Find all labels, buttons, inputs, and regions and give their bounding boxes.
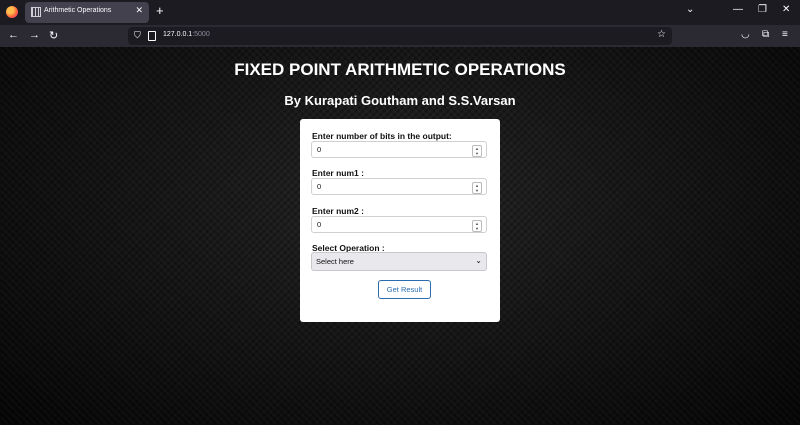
new-tab-icon[interactable]: + <box>156 3 164 18</box>
num1-label: Enter num1 : <box>312 168 364 178</box>
num2-label: Enter num2 : <box>312 206 364 216</box>
tab-bar: Arithmetic Operations ✕ + ⌄ — ❐ ✕ <box>0 0 800 25</box>
page-favicon-icon <box>31 7 41 17</box>
list-tabs-chevron-icon[interactable]: ⌄ <box>686 4 694 15</box>
app-menu-icon[interactable]: ≡ <box>782 29 788 40</box>
page-title: FIXED POINT ARITHMETIC OPERATIONS <box>234 60 566 79</box>
close-tab-icon[interactable]: ✕ <box>135 5 143 16</box>
operation-select[interactable]: Select here ⌄ <box>311 252 487 271</box>
forward-icon[interactable]: → <box>29 29 40 41</box>
get-result-button[interactable]: Get Result <box>378 280 431 299</box>
extensions-icon[interactable]: ⧉ <box>762 29 769 40</box>
tab-title: Arithmetic Operations <box>44 7 112 14</box>
page-subtitle: By Kurapati Goutham and S.S.Varsan <box>284 93 516 108</box>
bits-input[interactable]: 0 ▲ ▼ <box>311 141 487 158</box>
url-text[interactable]: 127.0.0.1:5000 <box>163 31 210 38</box>
reload-icon[interactable]: ↻ <box>49 29 58 42</box>
page-background: FIXED POINT ARITHMETIC OPERATIONS By Kur… <box>0 47 800 425</box>
num1-input[interactable]: 0 ▲ ▼ <box>311 178 487 195</box>
operation-form: Enter number of bits in the output: 0 ▲ ▼… <box>300 119 500 322</box>
url-bar[interactable]: ⛉ 127.0.0.1:5000 ☆ <box>128 27 672 45</box>
bits-spinner-icon[interactable]: ▲ ▼ <box>472 145 482 157</box>
firefox-icon[interactable] <box>6 6 18 18</box>
num2-input[interactable]: 0 ▲ ▼ <box>311 216 487 233</box>
tab-arithmetic-operations[interactable]: Arithmetic Operations ✕ <box>25 2 149 23</box>
page-info-icon[interactable] <box>148 31 156 41</box>
pocket-icon[interactable]: ◡ <box>741 29 750 40</box>
bits-value: 0 <box>317 145 322 154</box>
nav-bar: ← → ↻ ⛉ 127.0.0.1:5000 ☆ ◡ ⧉ ≡ <box>0 25 800 47</box>
operation-selected: Select here <box>316 257 354 266</box>
bits-label: Enter number of bits in the output: <box>312 131 452 141</box>
minimize-icon[interactable]: — <box>733 4 743 15</box>
tracking-protection-icon[interactable]: ⛉ <box>134 30 141 41</box>
url-host: 127.0.0.1 <box>163 31 193 38</box>
num1-value: 0 <box>317 182 322 191</box>
bookmark-star-icon[interactable]: ☆ <box>657 29 666 40</box>
num1-spinner-icon[interactable]: ▲ ▼ <box>472 182 482 194</box>
chevron-down-icon: ⌄ <box>475 256 482 265</box>
num2-spinner-icon[interactable]: ▲ ▼ <box>472 220 482 232</box>
close-window-icon[interactable]: ✕ <box>782 4 790 15</box>
url-port: :5000 <box>192 31 210 38</box>
num2-value: 0 <box>317 220 322 229</box>
back-icon[interactable]: ← <box>8 29 19 41</box>
restore-icon[interactable]: ❐ <box>758 4 767 15</box>
